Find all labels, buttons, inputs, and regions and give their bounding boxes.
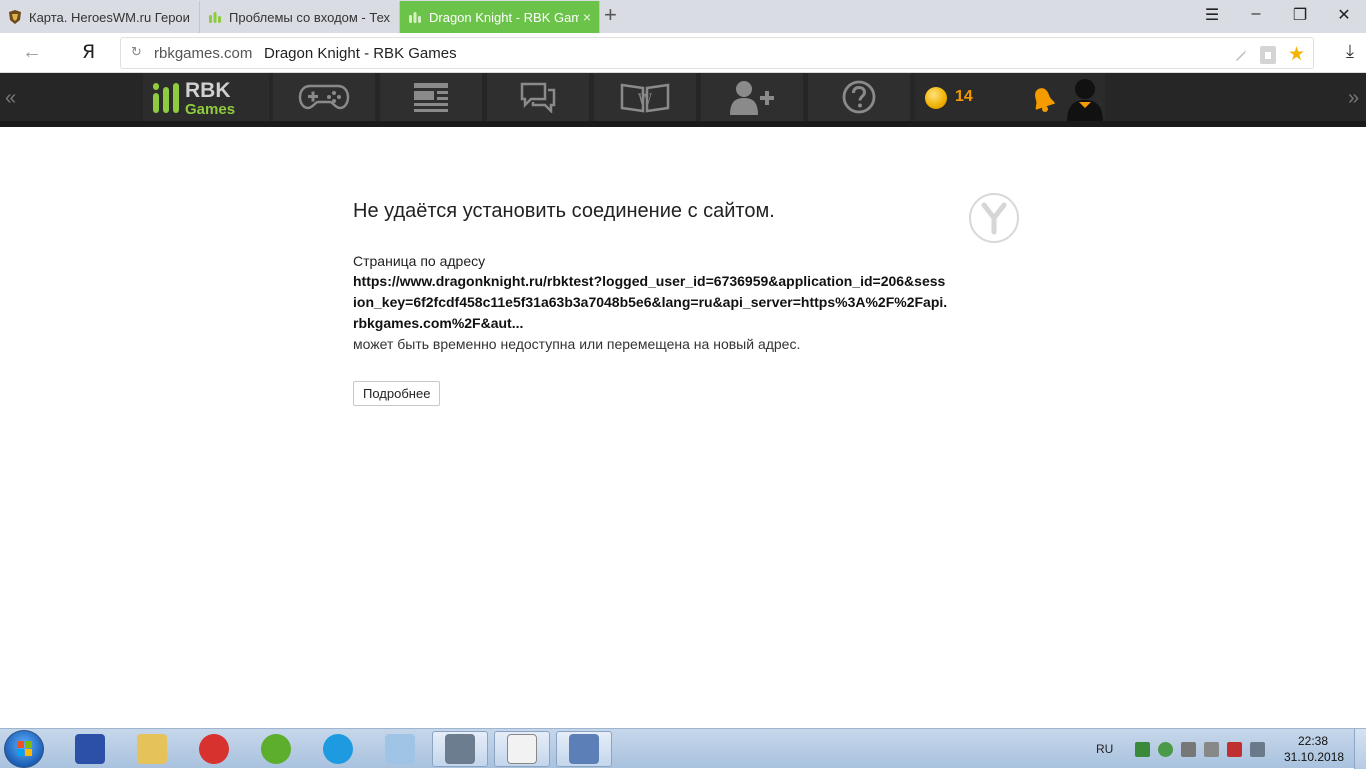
url-page-title: Dragon Knight - RBK Games [264,45,457,62]
bookmark-star-icon[interactable]: ★ [1288,43,1305,66]
rbk-toolbar-inner: « RBK Games W 14 » [0,73,1366,121]
yandex-browser-logo [969,193,1019,243]
volume-icon[interactable] [1181,741,1197,757]
taskbar-mail-agent[interactable] [310,731,366,767]
new-tab-button[interactable]: + [604,4,617,26]
lock-icon[interactable] [1259,45,1276,64]
taskbar-window-2[interactable] [494,731,550,767]
bell-icon[interactable] [1031,86,1055,112]
show-desktop-button[interactable] [1354,729,1366,769]
coin-icon [925,87,947,109]
rbk-logo-mark [153,83,181,113]
taskbar-window-1[interactable] [432,731,488,767]
windows-logo-icon [17,741,33,757]
reload-icon[interactable]: ↻ [131,44,142,60]
yandex-y-icon [981,202,1007,235]
details-button[interactable]: Подробнее [353,381,441,406]
maximize-icon[interactable]: ❐ [1288,5,1312,25]
error-explanation: может быть временно недоступна или перем… [353,336,801,352]
games-button[interactable] [273,73,375,121]
chat-button[interactable] [487,73,589,121]
help-button[interactable] [808,73,910,121]
system-tray: RU [1096,729,1266,769]
logo-text-rbk: RBK [185,79,231,102]
add-friend-icon [730,81,774,115]
clock-date: 31.10.2018 [1284,750,1345,764]
help-icon [842,80,876,114]
coin-balance[interactable]: 14 [955,88,973,106]
speaker-icon[interactable] [1204,741,1220,757]
taskbar-explorer[interactable] [124,731,180,767]
taskbar-notes[interactable] [372,731,428,767]
game-window-icon [445,734,475,764]
start-button[interactable] [4,730,44,768]
add-friend-button[interactable] [701,73,803,121]
wiki-button[interactable]: W [594,73,696,121]
protect-icon[interactable] [1234,48,1248,62]
news-button[interactable] [380,73,482,121]
taskbar-utorrent[interactable] [248,731,304,767]
clock-time: 22:38 [1297,734,1329,748]
browser-menu-icon[interactable]: ☰ [1200,5,1224,25]
taskbar-camera-app[interactable] [186,731,242,767]
tab-title: Проблемы со входом - Тех [229,9,391,25]
gamepad-icon [298,84,350,110]
at-sign-icon [323,734,353,764]
network-warning-icon[interactable] [1227,741,1243,757]
rbk-toolbar: « RBK Games W 14 » [0,73,1366,127]
tab-close-icon[interactable]: × [583,9,591,25]
tab-heroeswm[interactable]: Карта. HeroesWM.ru Герои [0,1,200,33]
connection-error: Не удаётся установить соединение с сайто… [353,200,953,354]
address-bar-icons: ★ [1234,43,1305,66]
svg-text:W: W [638,92,653,108]
error-heading: Не удаётся установить соединение с сайто… [353,200,775,222]
tab-dragon-knight[interactable]: Dragon Knight - RBK Gam × [400,1,600,33]
taskbar-save-app[interactable] [62,731,118,767]
logo-text-games: Games [185,101,236,118]
close-window-icon[interactable]: ✕ [1332,5,1356,25]
error-url: https://www.dragonknight.ru/rbktest?logg… [353,273,948,331]
network-app-icon[interactable] [1135,741,1151,757]
tab-title: Dragon Knight - RBK Gam [429,9,579,25]
minimize-icon[interactable]: – [1244,5,1268,23]
wiki-icon: W [620,83,670,113]
browser-tab-strip: Карта. HeroesWM.ru Герои Проблемы со вхо… [0,0,1366,33]
user-panel: 14 [915,73,1105,121]
notepad-icon [385,734,415,764]
address-bar[interactable]: ↻ rbkgames.com Dragon Knight - RBK Games… [120,37,1314,69]
floppy-disk-icon [75,734,105,764]
taskbar-window-3[interactable] [556,731,612,767]
security-icon[interactable] [1158,741,1174,757]
windows-taskbar: RU 22:38 31.10.2018 [0,728,1366,769]
toolbar-scroll-right-icon[interactable]: » [1348,87,1359,110]
display-icon[interactable] [1250,741,1266,757]
error-lead-text: Страница по адресу [353,253,486,269]
rbk-logo[interactable]: RBK Games [143,73,269,121]
system-clock[interactable]: 22:38 31.10.2018 [1284,733,1345,765]
keyboard-icon [569,734,599,764]
avatar-icon[interactable] [1065,75,1105,121]
utorrent-icon [261,734,291,764]
language-indicator[interactable]: RU [1096,742,1113,756]
toolbar-scroll-left-icon[interactable]: « [5,87,16,110]
chat-icon [520,82,556,113]
url-domain: rbkgames.com [154,45,253,62]
folder-icon [137,734,167,764]
tab-title: Карта. HeroesWM.ru Герои [29,9,190,25]
navigation-bar: ← Я ↻ rbkgames.com Dragon Knight - RBK G… [0,33,1366,73]
document-icon [507,734,537,764]
downloads-icon[interactable]: ⤓ [1346,41,1354,62]
tab-login-problems[interactable]: Проблемы со входом - Тех [200,1,400,33]
yandex-button[interactable]: Я [82,41,95,63]
rbk-favicon-icon [209,12,221,23]
heroes-favicon-icon [9,10,21,24]
back-button[interactable]: ← [22,41,42,64]
camera-icon [199,734,229,764]
news-icon [414,83,448,112]
rbk-favicon-icon [409,12,421,23]
